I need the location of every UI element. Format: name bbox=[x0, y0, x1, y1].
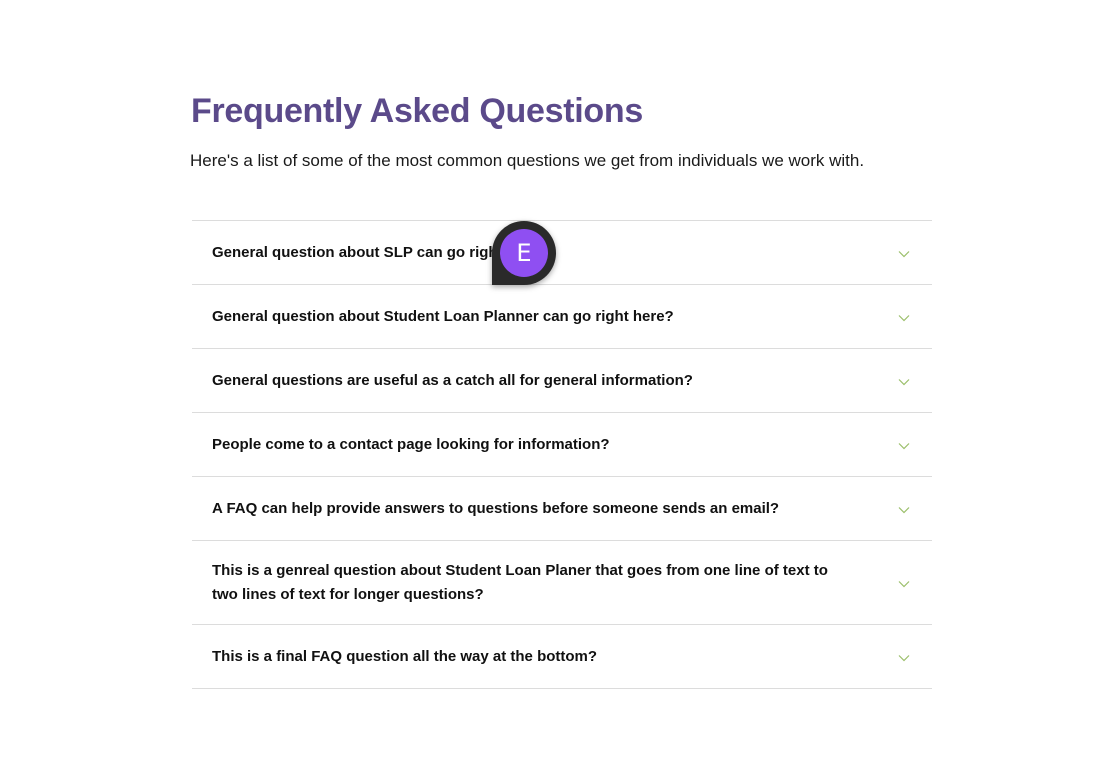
chevron-down-icon[interactable] bbox=[898, 312, 910, 324]
chevron-down-icon[interactable] bbox=[898, 440, 910, 452]
avatar: E bbox=[500, 229, 548, 277]
chevron-down-icon[interactable] bbox=[898, 652, 910, 664]
faq-question: General question about Student Loan Plan… bbox=[212, 307, 674, 325]
chevron-down-icon[interactable] bbox=[898, 376, 910, 388]
faq-question: General questions are useful as a catch … bbox=[212, 371, 693, 389]
chevron-down-icon[interactable] bbox=[898, 504, 910, 516]
faq-question: A FAQ can help provide answers to questi… bbox=[212, 499, 780, 517]
faq-item-7[interactable]: This is a final FAQ question all the way… bbox=[192, 625, 932, 689]
faq-item-4[interactable]: People come to a contact page looking fo… bbox=[192, 413, 932, 477]
faq-item-6[interactable]: This is a genreal question about Student… bbox=[192, 541, 932, 625]
avatar-bubble[interactable]: E bbox=[492, 221, 556, 285]
faq-question: People come to a contact page looking fo… bbox=[212, 435, 610, 453]
faq-page: Frequently Asked Questions Here's a list… bbox=[0, 0, 1110, 778]
page-title: Frequently Asked Questions bbox=[191, 92, 643, 130]
chevron-down-icon[interactable] bbox=[898, 248, 910, 260]
faq-item-2[interactable]: General question about Student Loan Plan… bbox=[192, 285, 932, 349]
faq-question: This is a final FAQ question all the way… bbox=[212, 647, 598, 665]
page-subtitle: Here's a list of some of the most common… bbox=[190, 151, 865, 170]
faq-question: This is a genreal question about Student… bbox=[212, 561, 828, 603]
faq-item-3[interactable]: General questions are useful as a catch … bbox=[192, 349, 932, 413]
faq-item-5[interactable]: A FAQ can help provide answers to questi… bbox=[192, 477, 932, 541]
faq-accordion: General question about SLP can go right … bbox=[192, 220, 932, 689]
faq-item-1[interactable]: General question about SLP can go right … bbox=[192, 221, 932, 285]
chevron-down-icon[interactable] bbox=[898, 578, 910, 590]
